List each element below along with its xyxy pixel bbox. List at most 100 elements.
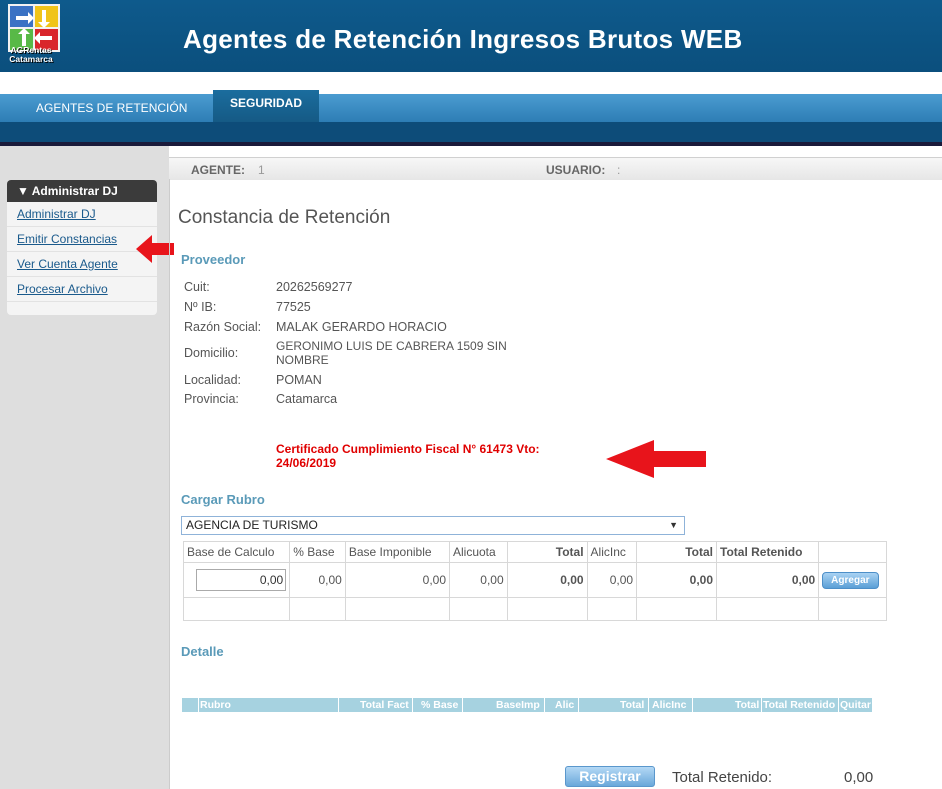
detalle-col-total-fact: Total Fact xyxy=(360,699,409,711)
detalle-separator xyxy=(761,698,762,712)
base-calculo-cell: 0,00 xyxy=(182,562,291,598)
sidebar-item-ver-cuenta-agente[interactable]: Ver Cuenta Agente xyxy=(7,252,157,277)
empty-cell xyxy=(289,597,346,621)
detalle-col-alicinc: AlicInc xyxy=(652,699,687,711)
base-calculo-input[interactable]: 0,00 xyxy=(196,569,287,591)
app-title: Agentes de Retención Ingresos Brutos WEB xyxy=(183,24,743,54)
cuit-label: Cuit: xyxy=(184,280,210,294)
rubro-select[interactable]: AGENCIA DE TURISMO ▼ xyxy=(181,516,685,535)
red-arrow-left-icon xyxy=(606,440,706,478)
razon-social-value: MALAK GERARDO HORACIO xyxy=(276,320,447,334)
detalle-separator xyxy=(412,698,413,712)
certificado-line1: Certificado Cumplimiento Fiscal N° 61473… xyxy=(276,442,540,456)
base-imponible-cell: 0,00 xyxy=(344,562,451,598)
total-retenido-label: Total Retenido: xyxy=(672,769,773,786)
detalle-separator xyxy=(198,698,199,712)
domicilio-label: Domicilio: xyxy=(184,346,239,360)
agregar-cell: Agregar xyxy=(818,562,887,598)
agent-label: AGENTE: xyxy=(191,163,245,177)
detalle-col-total: Total xyxy=(620,699,645,711)
rubro-grid-empty-row xyxy=(182,597,887,621)
alicinc-cell: 0,00 xyxy=(586,562,638,598)
col-base-calculo: Base de Calculo xyxy=(182,541,291,563)
content-border xyxy=(169,179,170,789)
logo-text: AGRentas Catamarca xyxy=(2,46,60,64)
total-2-cell: 0,00 xyxy=(636,562,718,598)
detalle-col-pct-base: % Base xyxy=(421,699,459,711)
chevron-down-icon[interactable]: ▼ xyxy=(669,517,678,534)
detalle-separator xyxy=(838,698,839,712)
main-nav: AGENTES DE RETENCIÓN SEGURIDAD xyxy=(0,90,942,122)
app-header: AGRentas Catamarca Agentes de Retención … xyxy=(0,0,942,72)
detalle-col-total-retenido: Total Retenido xyxy=(763,699,836,711)
col-base-imponible: Base Imponible xyxy=(344,541,451,563)
detalle-section-title: Detalle xyxy=(181,644,224,659)
empty-cell xyxy=(586,597,638,621)
sidebar-item-procesar-archivo[interactable]: Procesar Archivo xyxy=(7,277,157,302)
header-strip xyxy=(0,72,942,94)
col-alicinc: AlicInc xyxy=(586,541,638,563)
detalle-col-rubro: Rubro xyxy=(200,699,231,711)
agregar-button[interactable]: Agregar xyxy=(822,571,879,589)
nro-ib-label: Nº IB: xyxy=(184,300,217,314)
cuit-value: 20262569277 xyxy=(276,280,353,294)
razon-social-label: Razón Social: xyxy=(184,320,262,334)
detalle-separator xyxy=(692,698,693,712)
total-cell: 0,00 xyxy=(506,562,588,598)
detalle-separator xyxy=(462,698,463,712)
sidebar-menu: ▼ Administrar DJ Administrar DJ Emitir C… xyxy=(7,180,157,315)
detalle-separator xyxy=(578,698,579,712)
nav-underbar xyxy=(0,122,942,142)
empty-cell xyxy=(449,597,508,621)
sidebar-item-emitir-constancias[interactable]: Emitir Constancias xyxy=(7,227,157,252)
detalle-separator xyxy=(544,698,545,712)
detalle-separator xyxy=(338,698,339,712)
detalle-col-total-2: Total xyxy=(735,699,760,711)
col-pct-base: % Base xyxy=(289,541,346,563)
localidad-label: Localidad: xyxy=(184,373,241,387)
domicilio-line1: GERONIMO LUIS DE CABRERA 1509 SIN xyxy=(276,339,507,353)
col-total: Total xyxy=(506,541,588,563)
user-value: : xyxy=(617,163,621,177)
detalle-col-baseimp: BaseImp xyxy=(496,699,540,711)
sidebar-menu-header[interactable]: ▼ Administrar DJ xyxy=(7,180,157,202)
detalle-col-alic: Alic xyxy=(555,699,575,711)
domicilio-value: GERONIMO LUIS DE CABRERA 1509 SIN NOMBRE xyxy=(276,339,507,367)
sidebar-item-administrar-dj[interactable]: Administrar DJ xyxy=(7,202,157,227)
cargar-rubro-title: Cargar Rubro xyxy=(181,492,265,507)
user-label: USUARIO: xyxy=(546,163,606,177)
rubro-grid-input-row: 0,00 0,00 0,00 0,00 0,00 0,00 0,00 0,00 … xyxy=(182,562,887,598)
rubro-grid: Base de Calculo % Base Base Imponible Al… xyxy=(182,541,887,621)
proveedor-section-title: Proveedor xyxy=(181,252,246,267)
empty-cell xyxy=(182,597,291,621)
detalle-col-quitar: Quitar xyxy=(840,699,871,711)
localidad-value: POMAN xyxy=(276,373,322,387)
agent-value: 1 xyxy=(258,163,265,177)
empty-cell xyxy=(506,597,588,621)
col-total-2: Total xyxy=(636,541,718,563)
agent-bar: AGENTE: 1 USUARIO: : xyxy=(169,157,942,180)
provincia-label: Provincia: xyxy=(184,392,239,406)
empty-cell xyxy=(344,597,451,621)
col-action xyxy=(818,541,887,563)
nro-ib-value: 77525 xyxy=(276,300,311,314)
col-alicuota: Alicuota xyxy=(449,541,508,563)
logo-line2: Catamarca xyxy=(9,54,53,64)
total-retenido-cell: 0,00 xyxy=(716,562,820,598)
detalle-separator xyxy=(648,698,649,712)
pct-base-cell: 0,00 xyxy=(289,562,346,598)
nav-agentes-de-retencion[interactable]: AGENTES DE RETENCIÓN xyxy=(36,94,187,122)
nav-seguridad[interactable]: SEGURIDAD xyxy=(213,90,319,122)
rubro-select-value: AGENCIA DE TURISMO xyxy=(186,518,318,532)
alicuota-cell: 0,00 xyxy=(449,562,508,598)
certificado-line2: 24/06/2019 xyxy=(276,456,337,470)
registrar-button[interactable]: Registrar xyxy=(565,766,655,787)
empty-cell xyxy=(636,597,718,621)
page-title: Constancia de Retención xyxy=(178,207,391,228)
provincia-value: Catamarca xyxy=(276,392,338,406)
certificado-fiscal: Certificado Cumplimiento Fiscal N° 61473… xyxy=(276,442,576,470)
empty-cell xyxy=(818,597,887,621)
domicilio-line2: NOMBRE xyxy=(276,353,329,367)
total-retenido-value: 0,00 xyxy=(844,769,874,786)
col-total-retenido: Total Retenido xyxy=(716,541,820,563)
